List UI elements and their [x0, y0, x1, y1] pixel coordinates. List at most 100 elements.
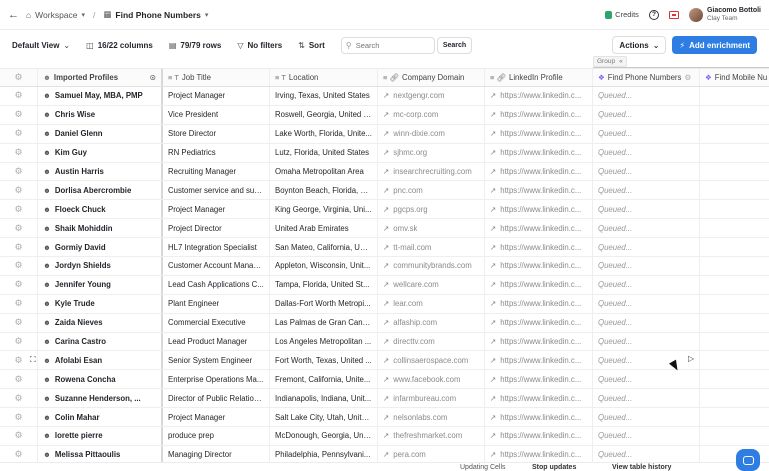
cell-find-phone-numbers[interactable]: Queued...	[593, 427, 700, 445]
row-status-cell[interactable]: ⚙	[0, 313, 38, 332]
external-link-icon[interactable]: ↗	[490, 318, 496, 327]
linkedin-link[interactable]: https://www.linkedin.c...	[500, 243, 581, 252]
cell-linkedin-profile[interactable]: ↗ https://www.linkedin.c...	[485, 370, 593, 389]
external-link-icon[interactable]: ↗	[490, 431, 496, 440]
row-status-cell[interactable]: ⚙	[0, 181, 38, 200]
cell-job-title[interactable]: Commercial Executive	[163, 313, 270, 332]
cell-job-title[interactable]: Project Manager	[163, 87, 270, 105]
table-row[interactable]: ⚙ ☻ Carina Castro Lead Product Manager Los A…	[0, 332, 769, 352]
cell-location[interactable]: Tampa, Florida, United St...	[270, 275, 378, 294]
row-status-cell[interactable]: ⚙	[0, 257, 38, 275]
external-link-icon[interactable]: ↗	[383, 356, 389, 365]
domain-link[interactable]: wellcare.com	[393, 280, 439, 289]
cell-job-title[interactable]: Customer Account Manager	[163, 257, 270, 275]
cell-location[interactable]: Lake Worth, Florida, Unite...	[270, 124, 378, 143]
cell-find-phone-numbers[interactable]: Queued...	[593, 162, 700, 181]
view-table-history-button[interactable]: View table history	[612, 464, 671, 471]
column-header-find-mobile-numbers[interactable]: ❖ Find Mobile Nu	[700, 69, 769, 86]
table-row[interactable]: ⚙ ☻ Afolabi Esan Senior System Engineer Fort…	[0, 351, 769, 371]
external-link-icon[interactable]: ↗	[383, 186, 389, 195]
cell-find-mobile-numbers[interactable]	[700, 144, 769, 162]
cell-job-title[interactable]: produce prep	[163, 427, 270, 445]
domain-link[interactable]: alfaship.com	[393, 318, 437, 327]
cell-company-domain[interactable]: ↗ pgcps.org	[378, 200, 485, 219]
table-row[interactable]: ⚙ ☻ Jordyn Shields Customer Account Manager…	[0, 257, 769, 276]
cell-imported-profile[interactable]: ☻ Samuel May, MBA, PMP	[38, 87, 163, 105]
cell-find-mobile-numbers[interactable]	[700, 351, 769, 369]
cell-find-phone-numbers[interactable]: Queued...	[593, 275, 700, 294]
cell-find-phone-numbers[interactable]: Queued...	[593, 105, 700, 124]
cell-find-phone-numbers[interactable]: Queued...	[593, 238, 700, 257]
cell-job-title[interactable]: Lead Product Manager	[163, 332, 270, 351]
select-all-cell[interactable]: ⚙	[0, 69, 38, 86]
chevron-down-icon[interactable]: ▾	[205, 11, 209, 19]
table-row[interactable]: ⚙ ☻ Kim Guy RN Pediatrics Lutz, Florida, Uni…	[0, 143, 769, 163]
cell-find-phone-numbers[interactable]: Queued...	[593, 351, 700, 370]
cell-location[interactable]: United Arab Emirates	[270, 219, 378, 238]
rows-button[interactable]: ▤ 79/79 rows	[169, 41, 221, 50]
linkedin-link[interactable]: https://www.linkedin.c...	[500, 205, 581, 214]
cell-company-domain[interactable]: ↗ thefreshmarket.com	[378, 427, 485, 445]
cell-imported-profile[interactable]: ☻ Kim Guy	[38, 143, 163, 162]
cell-linkedin-profile[interactable]: ↗ https://www.linkedin.c...	[485, 181, 593, 200]
domain-link[interactable]: www.facebook.com	[393, 375, 460, 384]
cell-linkedin-profile[interactable]: ↗ https://www.linkedin.c...	[485, 294, 593, 313]
cell-find-mobile-numbers[interactable]	[700, 87, 769, 105]
external-link-icon[interactable]: ↗	[383, 431, 389, 440]
external-link-icon[interactable]: ↗	[490, 148, 496, 157]
cell-imported-profile[interactable]: ☻ Jordyn Shields	[38, 257, 163, 275]
external-link-icon[interactable]: ↗	[490, 375, 496, 384]
cell-company-domain[interactable]: ↗ communitybrands.com	[378, 257, 485, 275]
row-status-cell[interactable]: ⚙	[0, 124, 38, 143]
cell-linkedin-profile[interactable]: ↗ https://www.linkedin.c...	[485, 427, 593, 445]
row-status-cell[interactable]: ⚙	[0, 427, 38, 445]
linkedin-link[interactable]: https://www.linkedin.c...	[500, 91, 581, 100]
external-link-icon[interactable]: ↗	[490, 186, 496, 195]
row-status-cell[interactable]: ⚙	[0, 332, 38, 351]
table-row[interactable]: ⚙ ☻ Chris Wise Vice President Roswell, Georg…	[0, 105, 769, 125]
row-status-cell[interactable]: ⚙	[0, 370, 38, 389]
domain-link[interactable]: pera.com	[393, 450, 426, 459]
column-options-icon[interactable]: ⊙	[149, 73, 156, 82]
row-status-cell[interactable]: ⚙	[0, 389, 38, 408]
cell-location[interactable]: Indianapolis, Indiana, Unit...	[270, 389, 378, 408]
cell-location[interactable]: San Mateo, California, Unit...	[270, 238, 378, 257]
table-row[interactable]: ⚙ ☻ Austin Harris Recruiting Manager Omaha M…	[0, 162, 769, 182]
cell-find-phone-numbers[interactable]: Queued...	[593, 370, 700, 389]
cell-location[interactable]: Lutz, Florida, United States	[270, 143, 378, 162]
table-row[interactable]: ⚙ ☻ Rowena Concha Enterprise Operations Ma.…	[0, 370, 769, 390]
table-row[interactable]: ⚙ ☻ Jennifer Young Lead Cash Applications C…	[0, 275, 769, 295]
external-link-icon[interactable]: ↗	[383, 318, 389, 327]
linkedin-link[interactable]: https://www.linkedin.c...	[500, 450, 581, 459]
linkedin-link[interactable]: https://www.linkedin.c...	[500, 261, 581, 270]
linkedin-link[interactable]: https://www.linkedin.c...	[500, 431, 581, 440]
cell-find-mobile-numbers[interactable]	[700, 125, 769, 143]
cell-find-phone-numbers[interactable]: Queued...	[593, 219, 700, 238]
linkedin-link[interactable]: https://www.linkedin.c...	[500, 375, 581, 384]
cell-imported-profile[interactable]: ☻ Zaida Nieves	[38, 313, 163, 332]
cell-find-mobile-numbers[interactable]	[700, 181, 769, 199]
linkedin-link[interactable]: https://www.linkedin.c...	[500, 129, 581, 138]
external-link-icon[interactable]: ↗	[383, 394, 389, 403]
cell-location[interactable]: Dallas-Fort Worth Metropi...	[270, 294, 378, 313]
cell-location[interactable]: King George, Virginia, Uni...	[270, 200, 378, 219]
view-selector[interactable]: Default View ⌄	[12, 41, 70, 50]
cell-find-mobile-numbers[interactable]	[700, 257, 769, 275]
linkedin-link[interactable]: https://www.linkedin.c...	[500, 280, 581, 289]
external-link-icon[interactable]: ↗	[490, 280, 496, 289]
cell-location[interactable]: Fort Worth, Texas, United ...	[270, 351, 378, 370]
cell-find-phone-numbers[interactable]: Queued...	[593, 200, 700, 219]
cell-linkedin-profile[interactable]: ↗ https://www.linkedin.c...	[485, 257, 593, 275]
cell-company-domain[interactable]: ↗ lear.com	[378, 294, 485, 313]
user-menu[interactable]: Giacomo Bottoli Clay Team	[688, 7, 761, 23]
cell-imported-profile[interactable]: ☻ lorette pierre	[38, 427, 163, 445]
linkedin-link[interactable]: https://www.linkedin.c...	[500, 167, 581, 176]
cell-location[interactable]: Omaha Metropolitan Area	[270, 162, 378, 181]
cell-find-mobile-numbers[interactable]	[700, 238, 769, 256]
external-link-icon[interactable]: ↗	[490, 129, 496, 138]
cell-find-mobile-numbers[interactable]	[700, 276, 769, 294]
external-link-icon[interactable]: ↗	[490, 394, 496, 403]
cell-company-domain[interactable]: ↗ winn-dixie.com	[378, 124, 485, 143]
cell-linkedin-profile[interactable]: ↗ https://www.linkedin.c...	[485, 351, 593, 370]
cell-imported-profile[interactable]: ☻ Afolabi Esan	[38, 351, 163, 370]
